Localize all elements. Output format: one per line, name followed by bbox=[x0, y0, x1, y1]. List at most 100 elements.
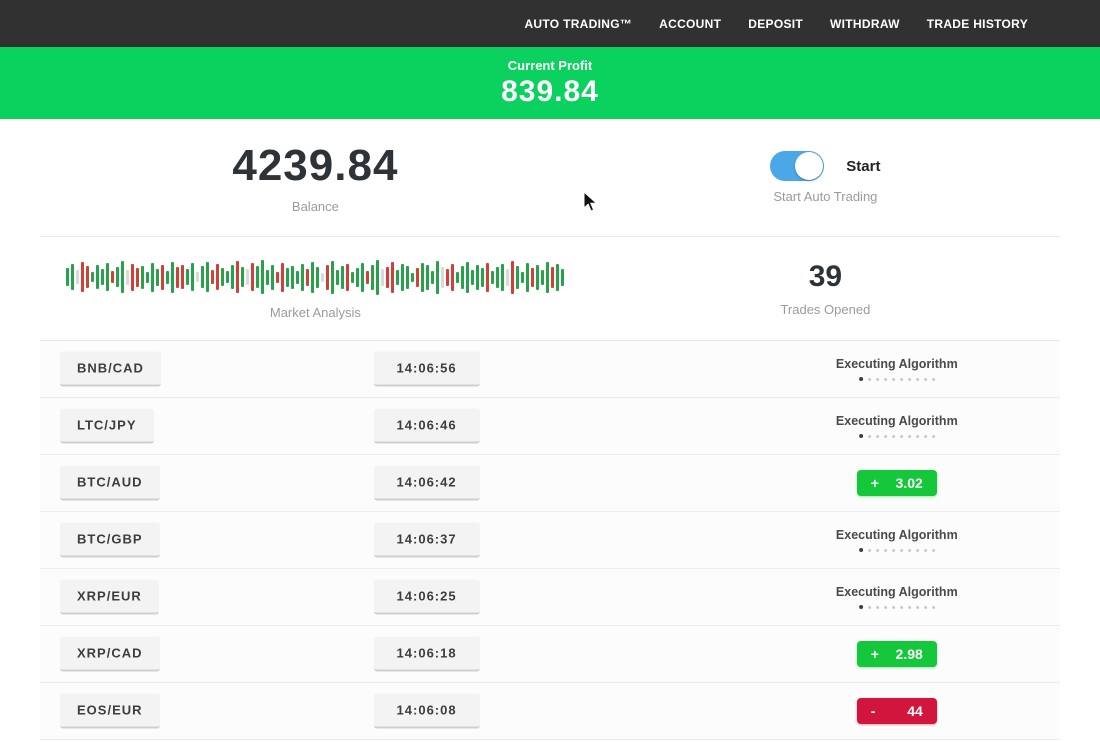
chart-bar bbox=[556, 264, 559, 291]
progress-dot bbox=[892, 435, 895, 438]
progress-dot bbox=[859, 377, 863, 381]
chart-bar bbox=[316, 267, 319, 288]
nav-item-account[interactable]: ACCOUNT bbox=[659, 17, 721, 31]
chart-bar bbox=[156, 269, 159, 286]
nav-item-auto-trading[interactable]: AUTO TRADING™ bbox=[524, 17, 632, 31]
chart-bar bbox=[546, 262, 549, 293]
chart-bar bbox=[391, 262, 394, 293]
chart-bar bbox=[246, 269, 249, 285]
progress-dot bbox=[916, 549, 919, 552]
chart-bar bbox=[521, 272, 524, 283]
chart-bar bbox=[526, 263, 529, 292]
progress-dot bbox=[900, 549, 903, 552]
trade-status-executing: Executing Algorithm bbox=[836, 585, 958, 609]
chart-bar bbox=[196, 272, 199, 282]
progress-dot bbox=[924, 549, 927, 552]
chart-bar bbox=[106, 263, 109, 291]
progress-dot bbox=[868, 435, 871, 438]
balance-section: 4239.84 Balance Start Start Auto Trading bbox=[40, 119, 1060, 237]
progress-dots bbox=[859, 377, 935, 381]
chart-bar bbox=[476, 265, 479, 290]
progress-dot bbox=[876, 435, 879, 438]
chart-bar bbox=[371, 265, 374, 290]
chart-bar bbox=[471, 270, 474, 285]
chart-bar bbox=[171, 262, 174, 293]
chart-bar bbox=[151, 263, 154, 292]
progress-dot bbox=[932, 549, 935, 552]
trade-time: 14:06:08 bbox=[374, 694, 480, 729]
current-profit-value: 839.84 bbox=[501, 75, 599, 109]
progress-dot bbox=[884, 606, 887, 609]
chart-bar bbox=[386, 267, 389, 288]
chart-bar bbox=[291, 266, 294, 289]
auto-trading-label: Start Auto Trading bbox=[773, 189, 877, 204]
chart-bar bbox=[176, 267, 179, 288]
progress-dots bbox=[859, 605, 935, 609]
chart-bar bbox=[256, 266, 259, 288]
nav-item-deposit[interactable]: DEPOSIT bbox=[748, 17, 803, 31]
executing-algorithm-label: Executing Algorithm bbox=[836, 357, 958, 371]
market-analysis-label: Market Analysis bbox=[270, 305, 361, 320]
trade-row: XRP/CAD 14:06:18 + 2.98 bbox=[40, 626, 1060, 683]
top-navbar: AUTO TRADING™ ACCOUNT DEPOSIT WITHDRAW TRADE… bbox=[0, 0, 1100, 47]
chart-bar bbox=[326, 265, 329, 290]
result-sign: + bbox=[871, 475, 879, 491]
trades-list: BNB/CAD 14:06:56 Executing Algorithm LTC… bbox=[40, 341, 1060, 740]
chart-bar bbox=[276, 272, 279, 283]
chart-bar bbox=[486, 263, 489, 292]
chart-bar bbox=[536, 265, 539, 290]
chart-bar bbox=[161, 265, 164, 290]
chart-bar bbox=[561, 269, 564, 286]
chart-bar bbox=[406, 266, 409, 289]
trade-row: XRP/EUR 14:06:25 Executing Algorithm bbox=[40, 569, 1060, 626]
result-sign: - bbox=[871, 703, 876, 719]
nav-item-trade-history[interactable]: TRADE HISTORY bbox=[927, 17, 1028, 31]
pair-badge: XRP/CAD bbox=[60, 637, 160, 672]
chart-bar bbox=[306, 269, 309, 286]
trade-status-executing: Executing Algorithm bbox=[836, 414, 958, 438]
progress-dot bbox=[876, 378, 879, 381]
chart-bar bbox=[186, 269, 189, 285]
progress-dot bbox=[924, 606, 927, 609]
chart-bar bbox=[136, 268, 139, 287]
chart-bar bbox=[511, 261, 514, 294]
trade-row: BNB/CAD 14:06:56 Executing Algorithm bbox=[40, 341, 1060, 398]
executing-algorithm-label: Executing Algorithm bbox=[836, 585, 958, 599]
trade-time: 14:06:25 bbox=[374, 580, 480, 615]
progress-dot bbox=[900, 435, 903, 438]
chart-bar bbox=[346, 264, 349, 291]
chart-bar bbox=[166, 271, 169, 284]
chart-bar bbox=[466, 262, 469, 293]
progress-dot bbox=[859, 548, 863, 552]
chart-bar bbox=[216, 264, 219, 290]
chart-bar bbox=[71, 264, 74, 290]
trade-time: 14:06:42 bbox=[374, 466, 480, 501]
chart-bar bbox=[506, 269, 509, 286]
chart-bar bbox=[116, 267, 119, 287]
chart-bar bbox=[416, 268, 419, 287]
trades-opened-value: 39 bbox=[809, 260, 842, 294]
chart-bar bbox=[401, 264, 404, 291]
chart-bar bbox=[211, 270, 214, 284]
auto-trading-toggle[interactable] bbox=[770, 151, 824, 181]
chart-bar bbox=[146, 272, 149, 283]
progress-dot bbox=[868, 549, 871, 552]
progress-dot bbox=[908, 606, 911, 609]
chart-bar bbox=[516, 266, 519, 289]
chart-bar bbox=[181, 265, 184, 289]
chart-bar bbox=[236, 261, 239, 293]
pair-badge: EOS/EUR bbox=[60, 694, 160, 729]
chart-bar bbox=[426, 265, 429, 290]
chart-bar bbox=[396, 270, 399, 285]
chart-bar bbox=[456, 272, 459, 283]
progress-dot bbox=[932, 606, 935, 609]
chart-bar bbox=[96, 265, 99, 289]
nav-item-withdraw[interactable]: WITHDRAW bbox=[830, 17, 900, 31]
balance-label: Balance bbox=[292, 199, 339, 214]
progress-dot bbox=[876, 606, 879, 609]
chart-bar bbox=[321, 273, 324, 282]
trade-row: BTC/GBP 14:06:37 Executing Algorithm bbox=[40, 512, 1060, 569]
pair-badge: XRP/EUR bbox=[60, 580, 159, 615]
chart-bar bbox=[341, 266, 344, 289]
chart-bar bbox=[531, 268, 534, 287]
